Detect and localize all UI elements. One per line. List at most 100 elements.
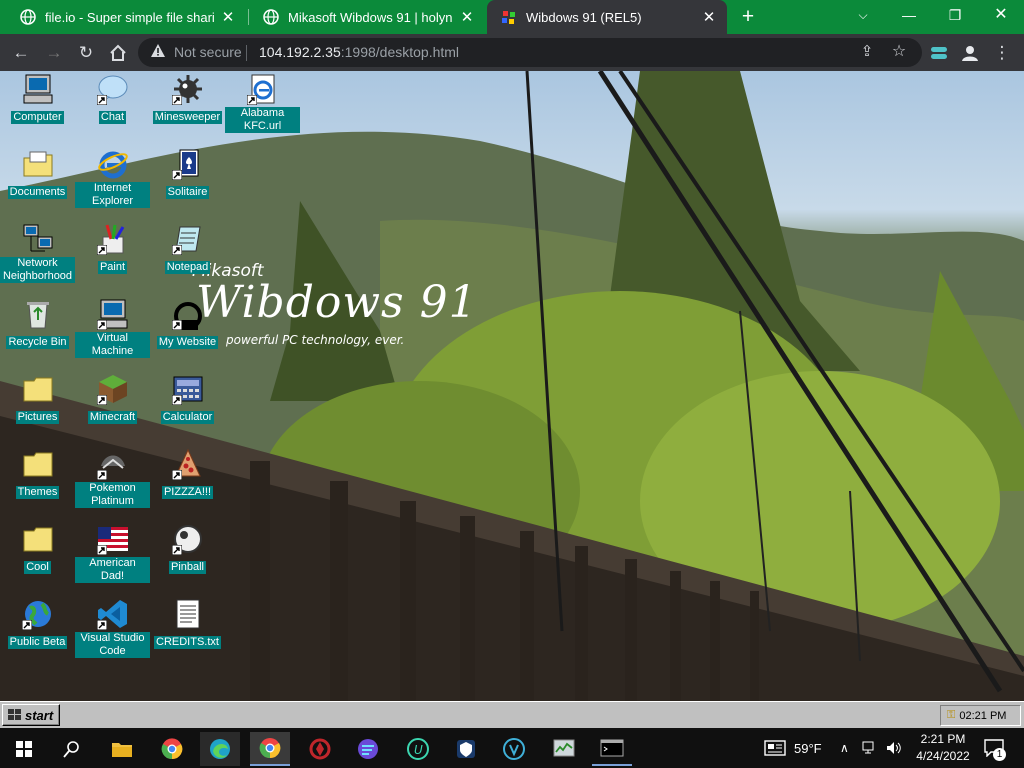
wibdows-taskbar: start ⚿ 02:21 PM	[0, 701, 1024, 728]
desktop-icon-pinball[interactable]: Pinball	[150, 521, 225, 591]
close-window-icon[interactable]: ✕	[978, 0, 1024, 30]
search-icon[interactable]	[52, 732, 92, 766]
start-label: start	[25, 707, 54, 723]
desktop-icon-minesweeper[interactable]: Minesweeper	[150, 71, 225, 141]
icon-label: Calculator	[160, 411, 215, 424]
profile-avatar-icon[interactable]	[957, 40, 983, 66]
weather-widget[interactable]: 59°F	[764, 728, 822, 768]
menu-kebab-icon[interactable]: ⋮	[989, 40, 1015, 66]
icon-label: Themes	[15, 486, 60, 499]
back-arrow-icon[interactable]: ←	[8, 40, 34, 66]
windows-taskbar: U 59°F ∧ 2:21 PM 4/24/2022 1	[0, 728, 1024, 768]
windows-start-icon[interactable]	[4, 732, 44, 766]
svg-text:U: U	[414, 743, 423, 757]
close-tab-icon[interactable]: ✕	[220, 8, 236, 26]
shortcut-arrow-icon	[172, 395, 182, 405]
chrome-icon[interactable]	[250, 732, 290, 766]
address-bar[interactable]: Not secure 104.192.2.35:1998/desktop.htm…	[138, 38, 922, 67]
new-tab-button[interactable]: +	[736, 5, 760, 29]
file-explorer-icon[interactable]	[102, 732, 142, 766]
desktop-icon-cool[interactable]: Cool	[0, 521, 75, 591]
shortcut-arrow-icon	[172, 95, 182, 105]
desktop-icon-solitaire[interactable]: Solitaire	[150, 146, 225, 216]
desktop-icon-minecraft[interactable]: Minecraft	[75, 371, 150, 441]
folder-icon	[23, 527, 53, 552]
shortcut-arrow-icon	[22, 620, 32, 630]
desktop-icon-alabama-kfc-url[interactable]: Alabama KFC.url	[225, 71, 300, 141]
volume-speaker-icon[interactable]	[886, 728, 902, 768]
desktop-icon-public-beta[interactable]: Public Beta	[0, 596, 75, 666]
desktop-icon-computer[interactable]: Computer	[0, 71, 75, 141]
close-tab-icon[interactable]: ✕	[459, 8, 475, 26]
icon-label: American Dad!	[75, 557, 150, 583]
desktop-icon-virtual-machine[interactable]: Virtual Machine	[75, 296, 150, 366]
icon-label: Internet Explorer	[75, 182, 150, 208]
home-icon[interactable]	[105, 40, 131, 66]
close-tab-icon[interactable]: ✕	[701, 8, 717, 26]
desktop-icon-american-dad[interactable]: American Dad!	[75, 521, 150, 591]
task-manager-icon[interactable]	[544, 732, 584, 766]
desktop-icon-network-neighborhood[interactable]: Network Neighborhood	[0, 221, 75, 291]
desktop-icon-themes[interactable]: Themes	[0, 446, 75, 516]
u-circle-app-icon[interactable]: U	[398, 732, 438, 766]
reload-icon[interactable]: ↻	[73, 40, 99, 66]
taskbar-clock[interactable]: 2:21 PM 4/24/2022	[908, 731, 978, 765]
edge-icon[interactable]	[200, 732, 240, 766]
restore-icon[interactable]: ❐	[932, 0, 978, 30]
shortcut-arrow-icon	[172, 545, 182, 555]
globe-icon	[20, 9, 36, 25]
show-hidden-icons-chevron-up-icon[interactable]: ∧	[840, 728, 849, 768]
icon-label: Documents	[7, 186, 68, 199]
desktop-icon-internet-explorer[interactable]: Internet Explorer	[75, 146, 150, 216]
bookmark-star-icon[interactable]: ☆	[886, 39, 912, 65]
chrome-profile-icon[interactable]	[152, 732, 192, 766]
icon-label: Recycle Bin	[6, 336, 69, 349]
desktop-icon-documents[interactable]: Documents	[0, 146, 75, 216]
vpn-shield-icon[interactable]	[446, 732, 486, 766]
v-shield-app-icon[interactable]	[494, 732, 534, 766]
brand-wibdows-91: Wibdows 91	[196, 277, 478, 328]
warning-triangle-icon[interactable]	[150, 43, 166, 59]
icon-label: Solitaire	[165, 186, 210, 199]
desktop-icon-recycle-bin[interactable]: Recycle Bin	[0, 296, 75, 366]
icon-label: My Website	[156, 336, 219, 349]
tab-file-io[interactable]: file.io - Super simple file sharing ✕	[6, 0, 246, 34]
network-icon	[23, 224, 53, 252]
forward-arrow-icon[interactable]: →	[41, 40, 67, 66]
minimize-icon[interactable]: —	[886, 0, 932, 30]
colorful-app-icon[interactable]	[348, 732, 388, 766]
desktop-icon-chat[interactable]: Chat	[75, 71, 150, 141]
url-text[interactable]: 104.192.2.35:1998/desktop.html	[259, 44, 459, 60]
icon-label: Chat	[98, 111, 127, 124]
command-prompt-icon[interactable]	[592, 732, 632, 766]
notification-center-icon[interactable]: 1	[984, 728, 1006, 768]
network-status-icon[interactable]	[862, 728, 878, 768]
desktop-icon-calculator[interactable]: Calculator	[150, 371, 225, 441]
desktop-icon-pokemon-platinum[interactable]: Pokemon Platinum	[75, 446, 150, 516]
desktop-icon-visual-studio-code[interactable]: Visual Studio Code	[75, 596, 150, 666]
weather-temperature: 59°F	[794, 740, 822, 756]
icon-label: Minesweeper	[152, 111, 223, 124]
tab-wibdows-active[interactable]: Wibdows 91 (REL5) ✕	[487, 0, 727, 34]
start-button[interactable]: start	[2, 704, 60, 726]
desktop-icon-credits-txt[interactable]: CREDITS.txt	[150, 596, 225, 666]
desktop-icon-pizzza[interactable]: PIZZZA!!!	[150, 446, 225, 516]
desktop-icon-paint[interactable]: Paint	[75, 221, 150, 291]
share-icon[interactable]: ⇪	[854, 39, 880, 65]
extension-icon[interactable]	[926, 40, 952, 66]
desktop-icon-notepad[interactable]: Notepad	[150, 221, 225, 291]
tab-search-chevron-down-icon[interactable]: ⌵	[840, 0, 886, 30]
clock-time: 2:21 PM	[920, 732, 966, 746]
icon-label: CREDITS.txt	[154, 636, 221, 649]
tab-mikasoft[interactable]: Mikasoft Wibdows 91 | holynetw ✕	[249, 0, 485, 34]
desktop-icon-pictures[interactable]: Pictures	[0, 371, 75, 441]
desktop[interactable]: Mikasoft Wibdows 91 powerful PC technolo…	[0, 71, 1024, 701]
desktop-icon-my-website[interactable]: My Website	[150, 296, 225, 366]
red-shield-app-icon[interactable]	[300, 732, 340, 766]
security-label[interactable]: Not secure	[174, 44, 242, 60]
key-icon[interactable]: ⚿	[947, 709, 955, 722]
icon-label: PIZZZA!!!	[161, 486, 214, 499]
icon-label: Minecraft	[87, 411, 138, 424]
icon-label: Cool	[24, 561, 51, 574]
notification-count-badge: 1	[993, 748, 1006, 761]
